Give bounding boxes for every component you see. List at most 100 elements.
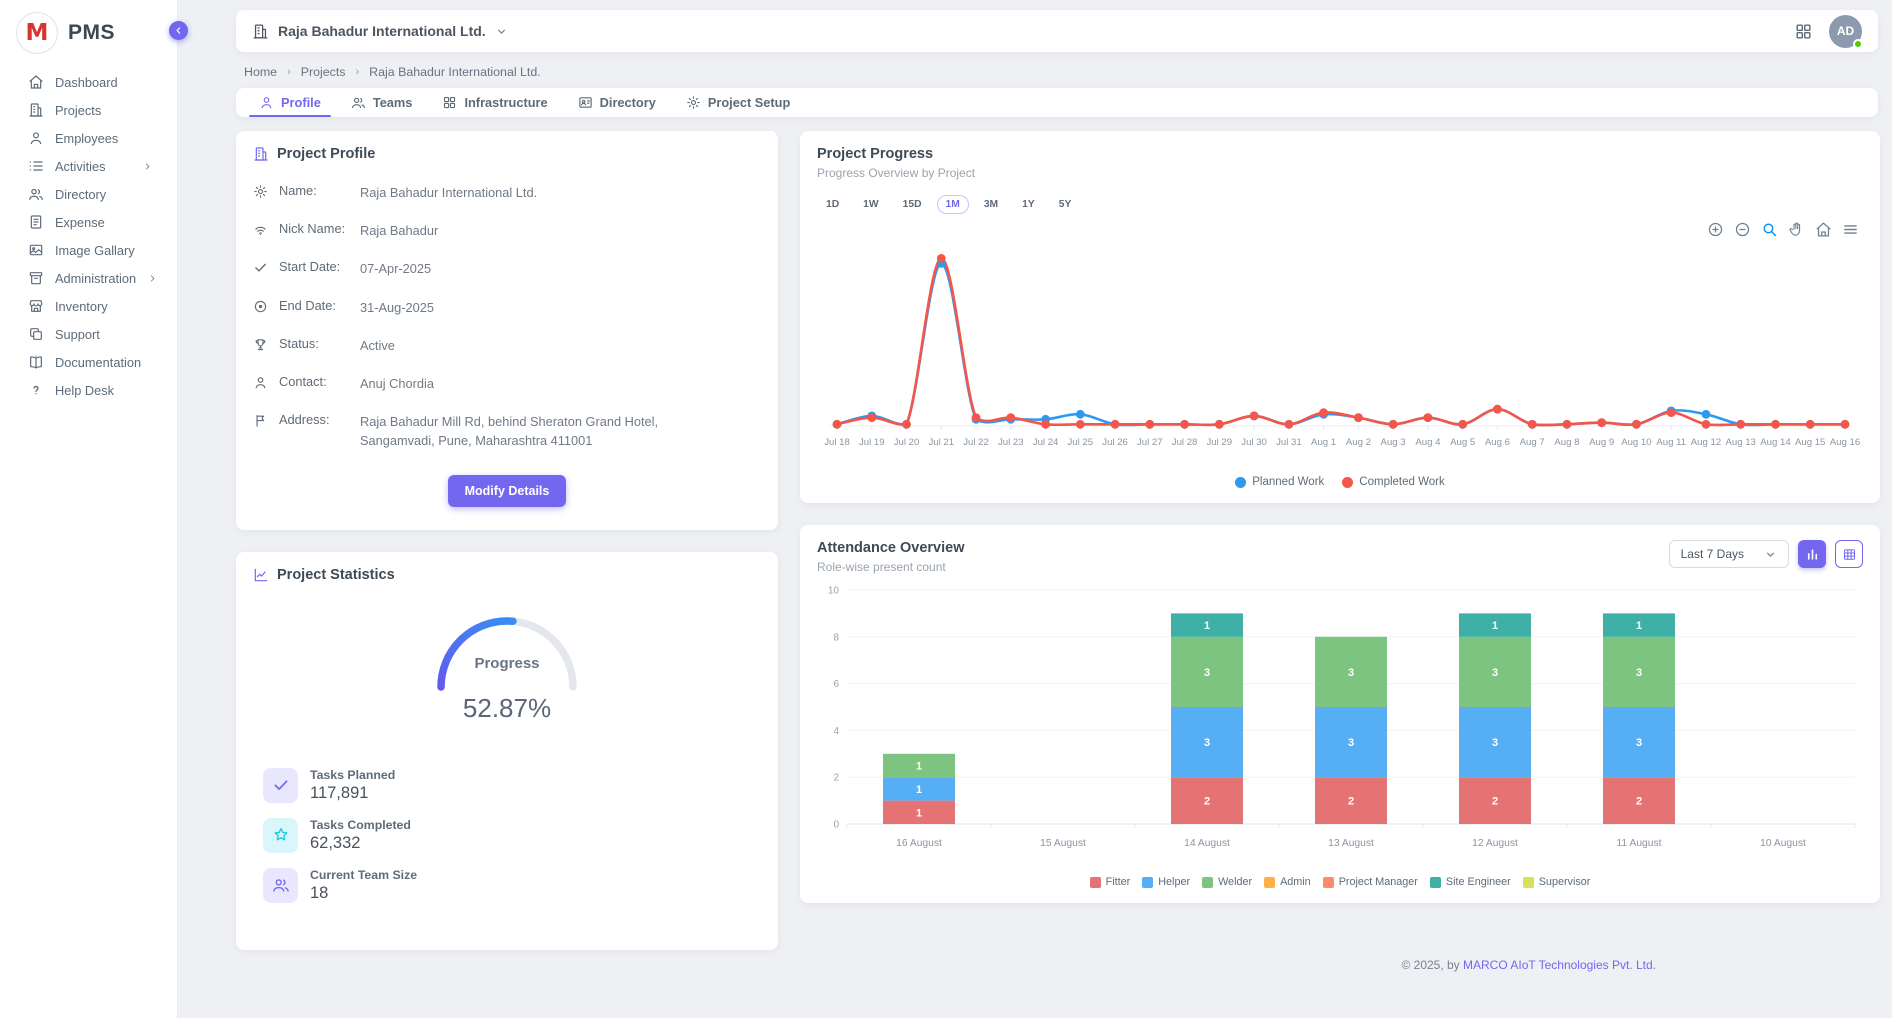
sidebar-item-inventory[interactable]: Inventory xyxy=(0,292,177,320)
tab-teams[interactable]: Teams xyxy=(336,88,428,117)
sidebar-item-label: Activities xyxy=(55,159,106,174)
sidebar-item-image-gallary[interactable]: Image Gallary xyxy=(0,236,177,264)
building-icon xyxy=(28,102,44,118)
chevron-down-icon xyxy=(1764,548,1777,561)
project-statistics-title: Project Statistics xyxy=(277,567,395,583)
range-button-5y[interactable]: 5Y xyxy=(1050,195,1081,214)
svg-text:3: 3 xyxy=(1492,667,1498,679)
legend-fitter[interactable]: Fitter xyxy=(1090,876,1131,888)
footer-company-link[interactable]: MARCO AIoT Technologies Pvt. Ltd. xyxy=(1463,958,1656,972)
attendance-subtitle: Role-wise present count xyxy=(817,560,964,574)
svg-text:Aug 16: Aug 16 xyxy=(1830,437,1860,448)
online-status-dot xyxy=(1853,39,1863,49)
zoom-out-icon[interactable] xyxy=(1734,221,1751,238)
breadcrumb-item-home[interactable]: Home xyxy=(244,65,277,79)
svg-text:13 August: 13 August xyxy=(1328,838,1374,849)
sidebar-item-label: Dashboard xyxy=(55,75,118,90)
range-button-1m[interactable]: 1M xyxy=(937,195,969,214)
sidebar-item-dashboard[interactable]: Dashboard xyxy=(0,68,177,96)
legend-helper[interactable]: Helper xyxy=(1142,876,1190,888)
tab-project-setup[interactable]: Project Setup xyxy=(671,88,806,117)
reset-zoom-icon[interactable] xyxy=(1815,221,1832,238)
chevron-down-icon xyxy=(495,25,508,38)
legend-project-manager[interactable]: Project Manager xyxy=(1323,876,1418,888)
svg-text:Jul 23: Jul 23 xyxy=(998,437,1024,448)
svg-text:1: 1 xyxy=(1492,620,1498,632)
stat-current-team-size: Current Team Size18 xyxy=(263,868,761,903)
modify-details-button[interactable]: Modify Details xyxy=(448,475,567,507)
project-profile-title: Project Profile xyxy=(277,146,375,162)
receipt-icon xyxy=(28,214,44,230)
svg-text:15 August: 15 August xyxy=(1040,838,1086,849)
profile-field-address: Address:Raja Bahadur Mill Rd, behind She… xyxy=(253,412,761,450)
svg-text:3: 3 xyxy=(1636,737,1642,749)
sidebar-item-employees[interactable]: Employees xyxy=(0,124,177,152)
sidebar-item-expense[interactable]: Expense xyxy=(0,208,177,236)
legend-completed-work[interactable]: Completed Work xyxy=(1342,476,1444,488)
legend-admin[interactable]: Admin xyxy=(1264,876,1311,888)
users-icon xyxy=(28,186,44,202)
top-header: Raja Bahadur International Ltd. AD xyxy=(236,10,1878,52)
copy-icon xyxy=(28,326,44,342)
sidebar-collapse-button[interactable] xyxy=(169,21,188,40)
left-column: Project Profile Name:Raja Bahadur Intern… xyxy=(236,131,778,950)
svg-text:1: 1 xyxy=(916,784,922,796)
date-range-select[interactable]: Last 7 Days xyxy=(1669,540,1789,568)
svg-text:3: 3 xyxy=(1492,737,1498,749)
svg-text:4: 4 xyxy=(833,726,839,737)
sidebar-item-documentation[interactable]: Documentation xyxy=(0,348,177,376)
tab-infrastructure[interactable]: Infrastructure xyxy=(427,88,562,117)
profile-fields: Name:Raja Bahadur International Ltd.Nick… xyxy=(253,183,761,451)
legend-welder[interactable]: Welder xyxy=(1202,876,1252,888)
sidebar-item-label: Documentation xyxy=(55,355,141,370)
avatar[interactable]: AD xyxy=(1829,15,1862,48)
range-button-15d[interactable]: 15D xyxy=(894,195,931,214)
svg-text:Jul 21: Jul 21 xyxy=(928,437,954,448)
right-column: Project Progress Progress Overview by Pr… xyxy=(800,131,1880,903)
breadcrumb-separator: › xyxy=(356,66,360,78)
zoom-in-icon[interactable] xyxy=(1707,221,1724,238)
svg-text:Jul 28: Jul 28 xyxy=(1172,437,1198,448)
contact-icon xyxy=(578,95,593,110)
footer: © 2025, by MARCO AIoT Technologies Pvt. … xyxy=(236,958,1656,972)
sidebar-item-projects[interactable]: Projects xyxy=(0,96,177,124)
range-button-1y[interactable]: 1Y xyxy=(1013,195,1044,214)
chart-menu-icon[interactable] xyxy=(1842,221,1859,238)
app-grid-icon[interactable] xyxy=(1794,22,1813,41)
svg-text:Jul 27: Jul 27 xyxy=(1137,437,1163,448)
pan-icon[interactable] xyxy=(1788,221,1805,238)
sidebar-item-directory[interactable]: Directory xyxy=(0,180,177,208)
range-button-1w[interactable]: 1W xyxy=(854,195,887,214)
sidebar-item-administration[interactable]: Administration xyxy=(0,264,177,292)
svg-text:Jul 20: Jul 20 xyxy=(894,437,920,448)
progress-chart-legend: Planned Work Completed Work xyxy=(817,476,1863,488)
breadcrumb-item-projects[interactable]: Projects xyxy=(301,65,346,79)
legend-site-engineer[interactable]: Site Engineer xyxy=(1430,876,1511,888)
progress-line-chart: Jul 18Jul 19Jul 20Jul 21Jul 22Jul 23Jul … xyxy=(817,238,1863,470)
svg-text:3: 3 xyxy=(1204,667,1210,679)
svg-text:6: 6 xyxy=(833,679,839,690)
sidebar-item-support[interactable]: Support xyxy=(0,320,177,348)
sidebar-item-help-desk[interactable]: Help Desk xyxy=(0,376,177,404)
attendance-bar-chart: 024681011116 August15 August233114 Augus… xyxy=(817,574,1863,870)
company-selector[interactable]: Raja Bahadur International Ltd. xyxy=(252,23,508,40)
tab-directory[interactable]: Directory xyxy=(563,88,671,117)
svg-text:Jul 31: Jul 31 xyxy=(1276,437,1302,448)
svg-text:Aug 12: Aug 12 xyxy=(1691,437,1721,448)
chevron-left-icon xyxy=(173,25,184,36)
table-view-toggle[interactable] xyxy=(1835,540,1863,568)
selection-zoom-icon[interactable] xyxy=(1761,221,1778,238)
tab-profile[interactable]: Profile xyxy=(244,88,336,117)
range-button-1d[interactable]: 1D xyxy=(817,195,848,214)
bar-view-toggle[interactable] xyxy=(1798,540,1826,568)
trophy-icon xyxy=(253,337,268,352)
sidebar-item-activities[interactable]: Activities xyxy=(0,152,177,180)
svg-text:1: 1 xyxy=(916,761,922,773)
app-logo[interactable]: M PMS xyxy=(0,0,177,68)
check-icon xyxy=(263,768,298,803)
legend-planned-work[interactable]: Planned Work xyxy=(1235,476,1324,488)
svg-text:Aug 6: Aug 6 xyxy=(1485,437,1510,448)
range-button-3m[interactable]: 3M xyxy=(975,195,1007,214)
legend-supervisor[interactable]: Supervisor xyxy=(1523,876,1591,888)
project-progress-subtitle: Progress Overview by Project xyxy=(817,166,1863,180)
